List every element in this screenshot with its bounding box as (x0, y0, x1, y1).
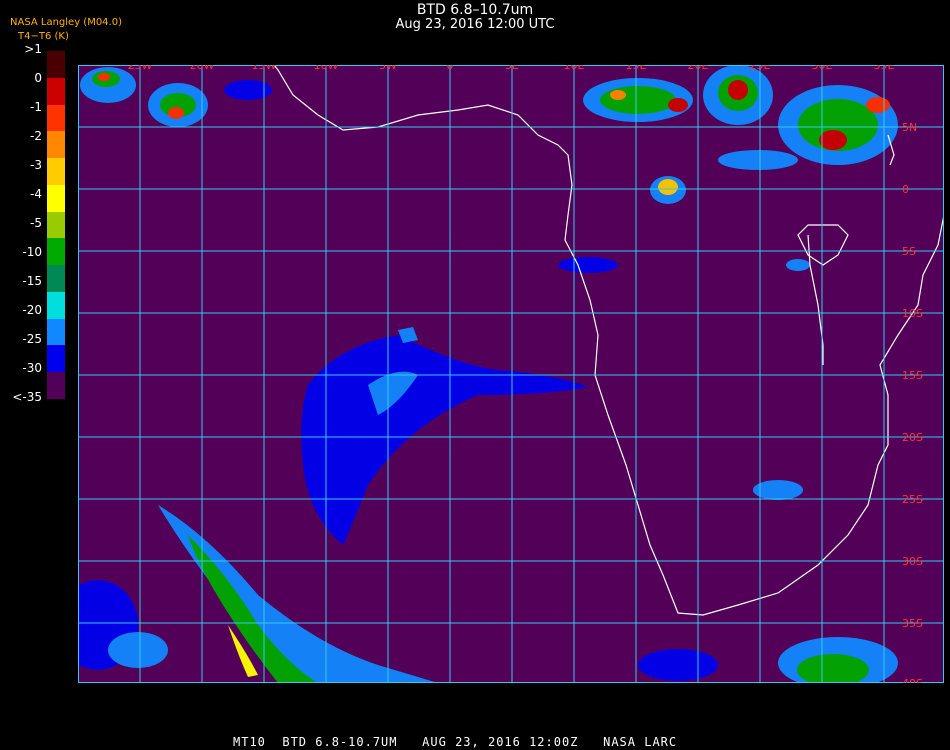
legend-tick-label: -5 (30, 216, 42, 230)
longitude-label: 5E (505, 65, 519, 72)
legend-swatch (47, 77, 65, 105)
legend-swatch (47, 372, 65, 399)
longitude-label: 10E (564, 65, 585, 72)
legend-tick-label: -2 (30, 129, 42, 143)
agency-label: NASA Langley (M04.0) (10, 17, 122, 28)
legend-swatch (47, 131, 65, 159)
legend-swatch (47, 51, 65, 78)
legend-swatch (47, 211, 65, 239)
latitude-label: 5S (902, 245, 916, 258)
latitude-label: 40S (902, 677, 923, 683)
longitude-label: 0 (447, 65, 454, 72)
longitude-label: 35E (874, 65, 895, 72)
longitude-label: 15E (626, 65, 647, 72)
longitude-label: 30E (812, 65, 833, 72)
legend-swatch (47, 291, 65, 319)
longitude-label: 20W (190, 65, 215, 72)
satellite-map: 25W 20W 15W 10W 5W 0 5E 10E 15E 20E 25E 30E 35E 5N 0 5S… (78, 65, 944, 683)
legend-swatch (47, 104, 65, 132)
legend-swatch (47, 238, 65, 266)
legend-tick-label: -20 (22, 303, 42, 317)
legend-tick-label: <-35 (12, 390, 42, 404)
latitude-label: 5N (902, 121, 917, 134)
latitude-label: 20S (902, 431, 923, 444)
legend-units: T4−T6 (K) (18, 31, 69, 42)
longitude-label: 25W (128, 65, 153, 72)
legend-swatch (47, 158, 65, 185)
legend-swatch (47, 318, 65, 346)
legend-swatch (47, 184, 65, 212)
map-datetime: Aug 23, 2016 12:00 UTC (395, 17, 555, 32)
latitude-label: 15S (902, 369, 923, 382)
legend-swatch (47, 345, 65, 373)
legend-tick-label: -1 (30, 100, 42, 114)
legend-tick-label: >1 (24, 42, 42, 56)
legend-tick-label: 0 (34, 71, 42, 85)
latitude-label: 0 (902, 183, 909, 196)
legend-tick-label: -15 (22, 274, 42, 288)
legend-tick-label: -4 (30, 187, 42, 201)
longitude-label: 20E (688, 65, 709, 72)
latitude-label: 25S (902, 493, 923, 506)
longitude-label: 5W (379, 65, 397, 72)
map-title: BTD 6.8–10.7um (416, 2, 534, 18)
longitude-label: 15W (252, 65, 277, 72)
color-legend (47, 51, 65, 399)
latitude-label: 35S (902, 617, 923, 630)
legend-tick-label: -25 (22, 332, 42, 346)
legend-swatch (47, 265, 65, 292)
longitude-label: 10W (314, 65, 339, 72)
longitude-label: 25E (750, 65, 771, 72)
legend-tick-label: -3 (30, 158, 42, 172)
footer-caption: MT10 BTD 6.8-10.7UM AUG 23, 2016 12:00Z … (233, 735, 678, 749)
legend-tick-label: -30 (22, 361, 42, 375)
latitude-label: 10S (902, 307, 923, 320)
latitude-label: 30S (902, 555, 923, 568)
legend-tick-label: -10 (22, 245, 42, 259)
